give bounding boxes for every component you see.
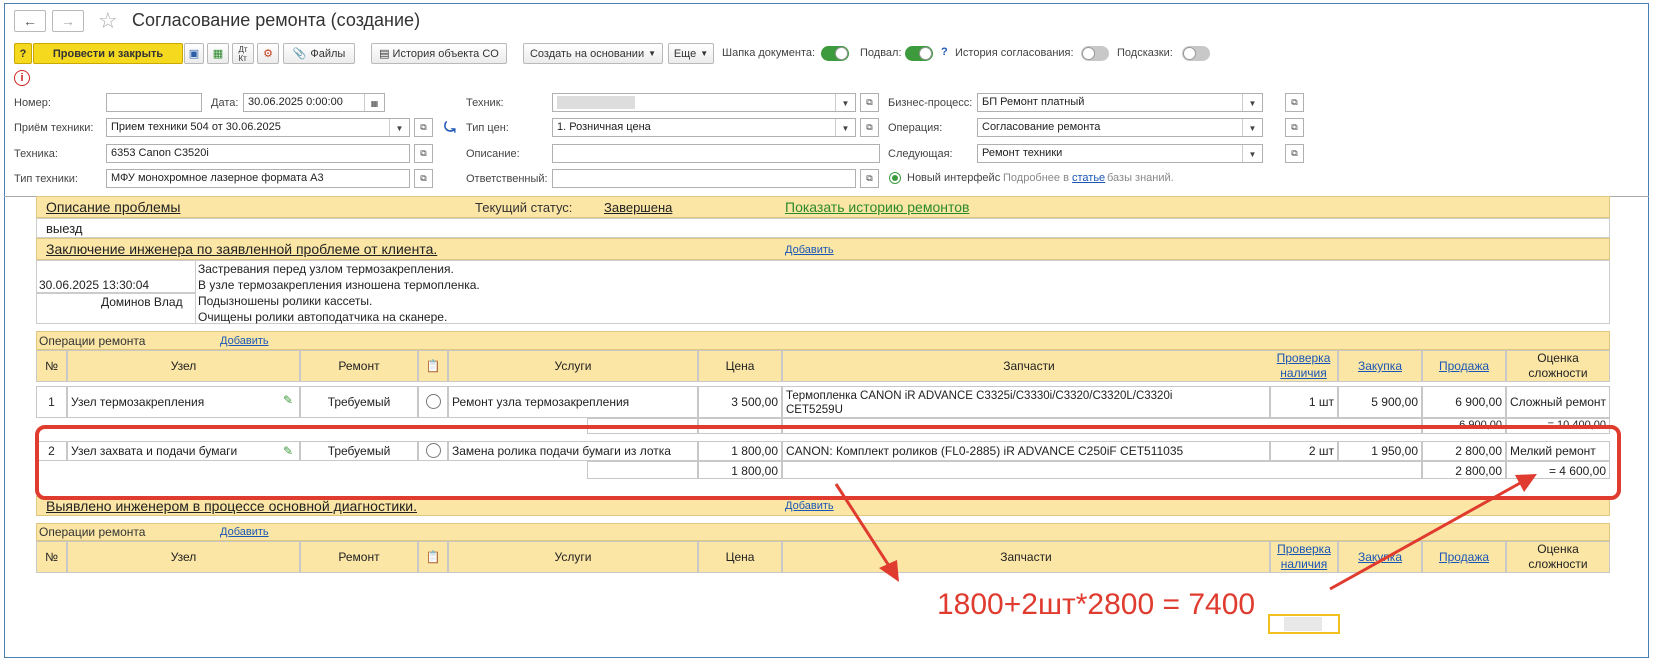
highlight-small-box (1268, 614, 1340, 634)
annotation-arrow-line (834, 483, 895, 573)
annotation-formula: 1800+2шт*2800 = 7400 (937, 588, 1256, 621)
annotation-arrow-line (1329, 480, 1523, 591)
annotation-arrows (834, 474, 1537, 591)
